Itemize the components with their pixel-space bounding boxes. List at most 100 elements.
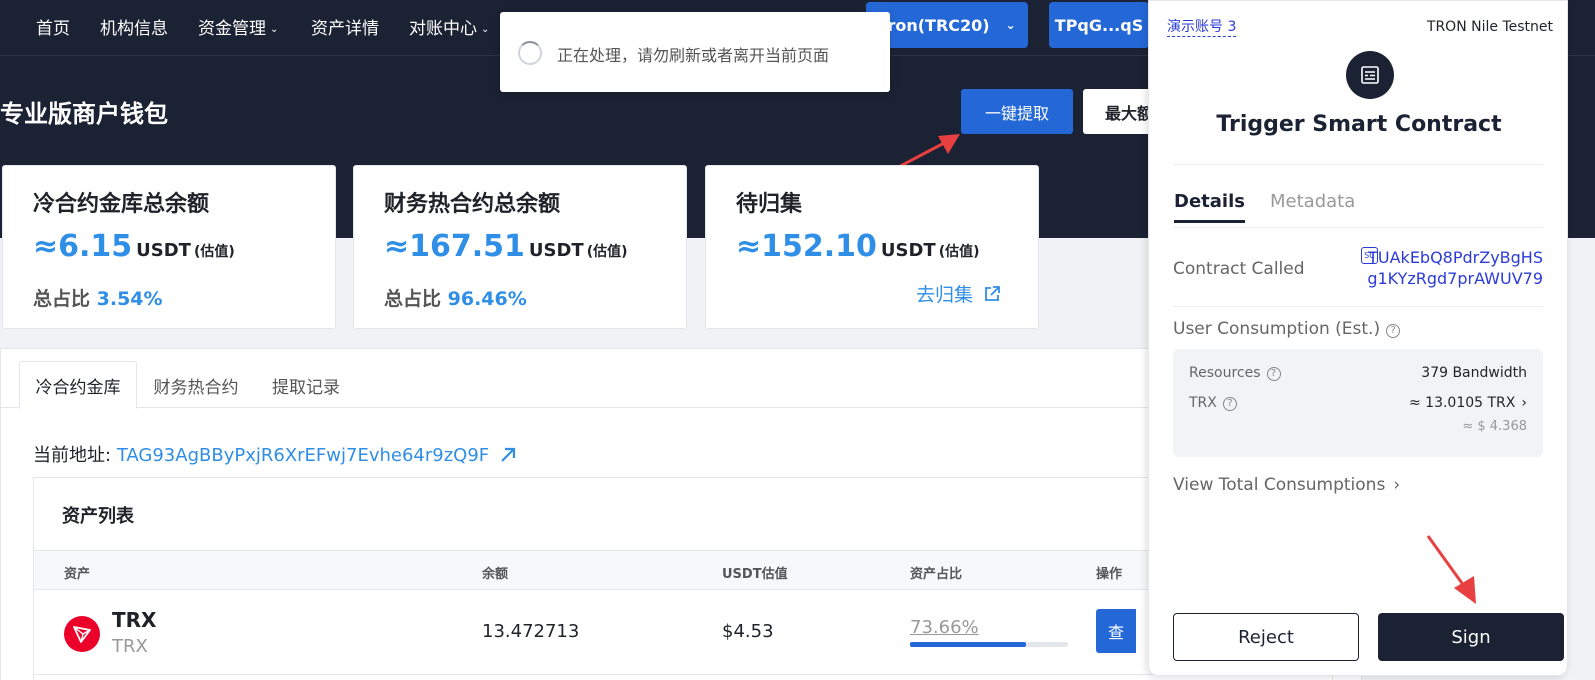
divider bbox=[1173, 306, 1543, 307]
page-title: 专业版商户钱包 bbox=[0, 100, 168, 128]
nav-reconciliation-label: 对账中心 bbox=[409, 19, 477, 39]
trx-text: TRX bbox=[1189, 395, 1217, 411]
contract-called-label: Contract Called bbox=[1173, 259, 1305, 279]
column-percent: 资产占比 bbox=[910, 567, 963, 582]
annotation-arrow-icon bbox=[1426, 535, 1476, 604]
ratio-label: 总占比 bbox=[384, 288, 442, 310]
amount-value: ≈167.51 bbox=[384, 229, 525, 264]
card-amount: ≈6.15 USDT (估值) bbox=[33, 229, 235, 264]
go-collect-link[interactable]: 去归集 bbox=[916, 280, 1001, 307]
reject-button[interactable]: Reject bbox=[1173, 613, 1359, 661]
tab-withdraw-records[interactable]: 提取记录 bbox=[269, 361, 343, 409]
account-selector[interactable]: 演示账号 3 bbox=[1167, 16, 1237, 37]
loading-spinner-icon bbox=[518, 41, 542, 65]
address-link[interactable]: TAG93AgBByPxjR6XrEFwj7Evhe64r9zQ9F bbox=[117, 445, 489, 466]
column-action: 操作 bbox=[1096, 567, 1123, 582]
estimate-label: (估值) bbox=[938, 244, 980, 260]
divider bbox=[1173, 164, 1543, 165]
hot-contract-balance-card: 财务热合约总余额 ≈167.51 USDT (估值) 总占比 96.46% bbox=[353, 165, 687, 329]
chevron-down-icon: ⌄ bbox=[1005, 18, 1016, 32]
asset-list-title: 资产列表 bbox=[62, 506, 134, 527]
nav-fund-management[interactable]: 资金管理 ⌄ bbox=[198, 14, 278, 39]
chevron-down-icon: ⌄ bbox=[481, 24, 490, 35]
asset-percent-bar-fill bbox=[910, 642, 1027, 647]
trx-label: TRX? bbox=[1189, 395, 1237, 411]
table-row: TRX TRX 13.472713 $4.53 73.66% 查 bbox=[34, 591, 1334, 675]
estimate-label: (估值) bbox=[193, 244, 235, 260]
resources-text: Resources bbox=[1189, 365, 1261, 381]
processing-toast: 正在处理，请勿刷新或者离开当前页面 bbox=[500, 12, 890, 92]
trx-value[interactable]: ≈ 13.0105 TRX › bbox=[1409, 395, 1527, 411]
nav-fund-management-label: 资金管理 bbox=[198, 19, 266, 39]
nav-asset-details[interactable]: 资产详情 bbox=[311, 14, 379, 39]
card-title: 冷合约金库总余额 bbox=[33, 192, 210, 217]
card-ratio: 总占比 96.46% bbox=[384, 284, 527, 311]
amount-unit: USDT bbox=[880, 240, 936, 261]
address-label: 当前地址: bbox=[33, 445, 112, 466]
table-header: 资产 余额 USDT估值 资产占比 操作 bbox=[34, 550, 1334, 590]
nav-institution-info[interactable]: 机构信息 bbox=[100, 14, 168, 39]
resources-label: Resources? bbox=[1189, 365, 1281, 381]
estimate-label: (估值) bbox=[586, 244, 628, 260]
ratio-value: 96.46% bbox=[447, 288, 527, 310]
tron-logo-icon bbox=[64, 616, 100, 652]
cold-vault-balance-card: 冷合约金库总余额 ≈6.15 USDT (估值) 总占比 3.54% bbox=[2, 165, 336, 329]
help-icon[interactable]: ? bbox=[1222, 397, 1237, 411]
ratio-value: 3.54% bbox=[96, 288, 163, 310]
card-title: 待归集 bbox=[736, 192, 803, 217]
nav-reconciliation[interactable]: 对账中心 ⌄ bbox=[409, 14, 489, 39]
asset-percent: 73.66% bbox=[910, 617, 979, 638]
user-consumption-label: User Consumption (Est.)? bbox=[1173, 319, 1401, 339]
asset-list: 资产列表 资产 余额 USDT估值 资产占比 操作 TRX TRX 13.472… bbox=[33, 477, 1334, 680]
user-consumption-text: User Consumption (Est.) bbox=[1173, 319, 1381, 339]
network-label: Tron(TRC20) bbox=[878, 15, 990, 35]
card-title: 财务热合约总余额 bbox=[384, 192, 561, 217]
usd-value: ≈ $ 4.368 bbox=[1462, 419, 1527, 434]
trx-amount: ≈ 13.0105 TRX bbox=[1408, 395, 1516, 411]
arrow-up-right-icon[interactable] bbox=[499, 446, 517, 464]
one-click-withdraw-button[interactable]: 一键提取 bbox=[961, 89, 1073, 134]
toast-message: 正在处理，请勿刷新或者离开当前页面 bbox=[557, 46, 830, 65]
amount-unit: USDT bbox=[136, 240, 191, 261]
external-link-icon bbox=[985, 286, 1000, 301]
chevron-down-icon: ⌄ bbox=[270, 24, 279, 35]
column-asset: 资产 bbox=[64, 567, 91, 582]
network-select[interactable]: Tron(TRC20) ⌄ bbox=[866, 2, 1028, 48]
column-balance: 余额 bbox=[482, 567, 509, 582]
consumption-box: Resources? 379 Bandwidth TRX? ≈ 13.0105 … bbox=[1173, 349, 1543, 457]
amount-value: ≈152.10 bbox=[736, 229, 877, 264]
pending-collection-card: 待归集 ≈152.10 USDT (估值) 去归集 bbox=[705, 165, 1039, 329]
tab-metadata[interactable]: Metadata bbox=[1270, 191, 1355, 212]
view-total-consumptions-link[interactable]: View Total Consumptions › bbox=[1173, 475, 1400, 495]
tab-details[interactable]: Details bbox=[1174, 191, 1245, 223]
amount-value: ≈6.15 bbox=[33, 229, 133, 264]
wallet-sign-popup: 演示账号 3 TRON Nile Testnet Trigger Smart C… bbox=[1148, 0, 1568, 676]
current-address-row: 当前地址: TAG93AgBByPxjR6XrEFwj7Evhe64r9zQ9F bbox=[33, 441, 517, 467]
wallet-title: Trigger Smart Contract bbox=[1216, 112, 1502, 137]
tab-cold-vault[interactable]: 冷合约金库 bbox=[19, 361, 137, 409]
asset-balance: 13.472713 bbox=[482, 621, 580, 642]
ratio-label: 总占比 bbox=[33, 288, 91, 310]
asset-usdt-value: $4.53 bbox=[722, 621, 774, 642]
wallet-network-label: TRON Nile Testnet bbox=[1426, 19, 1553, 35]
sign-button[interactable]: Sign bbox=[1378, 613, 1564, 661]
card-amount: ≈167.51 USDT (估值) bbox=[384, 229, 628, 264]
nav-home[interactable]: 首页 bbox=[36, 14, 70, 39]
go-collect-label: 去归集 bbox=[916, 284, 974, 306]
contract-icon bbox=[1346, 51, 1394, 99]
contract-address-link[interactable]: TUAkEbQ8PdrZyBgHSg1KYzRgd7prAWUV79 bbox=[1363, 247, 1543, 289]
help-icon[interactable]: ? bbox=[1266, 367, 1281, 381]
help-icon[interactable]: ? bbox=[1386, 324, 1401, 338]
asset-name: TRX bbox=[112, 636, 148, 657]
card-ratio: 总占比 3.54% bbox=[33, 284, 163, 311]
chevron-right-icon: › bbox=[1521, 395, 1527, 411]
card-amount: ≈152.10 USDT (估值) bbox=[736, 229, 980, 264]
view-asset-button[interactable]: 查 bbox=[1096, 609, 1136, 653]
resources-value: 379 Bandwidth bbox=[1421, 365, 1527, 381]
asset-percent-bar bbox=[910, 642, 1068, 647]
view-total-label: View Total Consumptions bbox=[1173, 475, 1386, 495]
asset-symbol: TRX bbox=[112, 608, 157, 632]
divider bbox=[1173, 227, 1543, 228]
account-address-button[interactable]: TPqG...qS bbox=[1049, 2, 1149, 48]
tab-hot-contract[interactable]: 财务热合约 bbox=[151, 361, 241, 409]
